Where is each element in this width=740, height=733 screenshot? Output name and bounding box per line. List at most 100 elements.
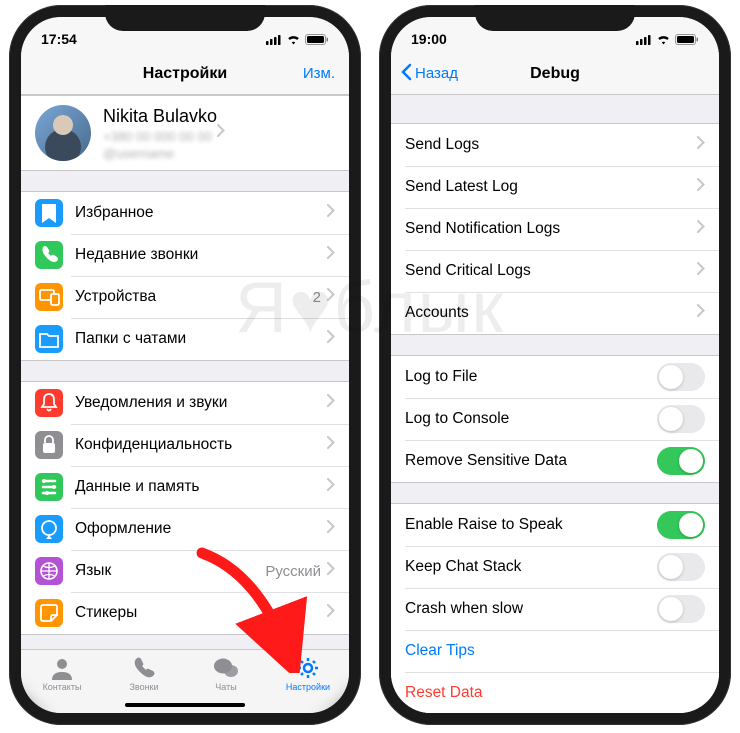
- back-label: Назад: [415, 65, 458, 82]
- toggle-switch[interactable]: [657, 595, 705, 623]
- toggle-switch[interactable]: [657, 553, 705, 581]
- toggle-switch[interactable]: [657, 511, 705, 539]
- battery-icon: [675, 34, 699, 45]
- back-button[interactable]: Назад: [401, 63, 458, 85]
- settings-row-phone[interactable]: Недавние звонки: [21, 234, 349, 276]
- status-indicators: [636, 34, 699, 45]
- debug-row[interactable]: Accounts: [391, 292, 719, 334]
- chevron-right-icon: [697, 220, 705, 238]
- debug-row[interactable]: Send Logs: [391, 124, 719, 166]
- settings-row-bell[interactable]: Уведомления и звуки: [21, 382, 349, 424]
- row-label: Недавние звонки: [75, 246, 327, 264]
- settings-row-sticker[interactable]: Стикеры: [21, 592, 349, 634]
- tab-contact[interactable]: Контакты: [21, 650, 103, 713]
- chevron-right-icon: [327, 288, 335, 306]
- chevron-right-icon: [327, 520, 335, 538]
- row-label: Избранное: [75, 204, 327, 222]
- settings-row-globe[interactable]: ЯзыкРусский: [21, 550, 349, 592]
- row-label: Send Logs: [405, 136, 697, 154]
- debug-row[interactable]: Log to Console: [391, 398, 719, 440]
- signal-icon: [636, 34, 652, 45]
- chevron-right-icon: [327, 604, 335, 622]
- chevron-right-icon: [697, 262, 705, 280]
- debug-row[interactable]: Log to File: [391, 356, 719, 398]
- settings-row-devices[interactable]: Устройства2: [21, 276, 349, 318]
- tab-gear[interactable]: Настройки: [267, 650, 349, 713]
- chevron-right-icon: [327, 478, 335, 496]
- row-label: Язык: [75, 562, 265, 580]
- toggle-switch[interactable]: [657, 363, 705, 391]
- row-label: Crash when slow: [405, 600, 657, 618]
- notch: [105, 5, 265, 31]
- row-label: Send Latest Log: [405, 178, 697, 196]
- wifi-icon: [656, 34, 671, 45]
- settings-row-lock[interactable]: Конфиденциальность: [21, 424, 349, 466]
- row-label: Стикеры: [75, 604, 327, 622]
- phone-right: 19:00 Назад Debug Send Logs Send Latest L…: [379, 5, 731, 725]
- lock-icon: [35, 431, 63, 459]
- debug-row[interactable]: Send Notification Logs: [391, 208, 719, 250]
- nav-bar: Назад Debug: [391, 53, 719, 95]
- edit-button[interactable]: Изм.: [303, 65, 335, 82]
- group-send-logs: Send Logs Send Latest Log Send Notificatio…: [391, 123, 719, 335]
- signal-icon: [266, 34, 282, 45]
- row-label: Enable Raise to Speak: [405, 516, 657, 534]
- profile-row[interactable]: Nikita Bulavko +380 00 000 00 00 @userna…: [21, 96, 349, 170]
- data-icon: [35, 473, 63, 501]
- row-label: Accounts: [405, 304, 697, 322]
- row-detail: 2: [313, 289, 321, 306]
- chevron-right-icon: [217, 124, 225, 142]
- status-time: 19:00: [411, 31, 447, 47]
- chevron-right-icon: [327, 562, 335, 580]
- avatar: [35, 105, 91, 161]
- status-indicators: [266, 34, 329, 45]
- row-label: Send Notification Logs: [405, 220, 697, 238]
- profile-group: Nikita Bulavko +380 00 000 00 00 @userna…: [21, 95, 349, 171]
- bell-icon: [35, 389, 63, 417]
- debug-content: Send Logs Send Latest Log Send Notificatio…: [391, 95, 719, 713]
- sticker-icon: [35, 599, 63, 627]
- row-label: Clear Tips: [405, 642, 705, 660]
- settings-row-bookmark[interactable]: Избранное: [21, 192, 349, 234]
- settings-row-brush[interactable]: Оформление: [21, 508, 349, 550]
- tab-bar: КонтактыЗвонкиЧатыНастройки: [21, 649, 349, 713]
- debug-row[interactable]: Remove Sensitive Data: [391, 440, 719, 482]
- settings-row-data[interactable]: Данные и память: [21, 466, 349, 508]
- phone-icon: [131, 656, 157, 680]
- battery-icon: [305, 34, 329, 45]
- debug-row[interactable]: Crash when slow: [391, 588, 719, 630]
- chevron-right-icon: [327, 394, 335, 412]
- debug-row[interactable]: Keep Chat Stack: [391, 546, 719, 588]
- row-label: Данные и память: [75, 478, 327, 496]
- phone-icon: [35, 241, 63, 269]
- settings-row-folder[interactable]: Папки с чатами: [21, 318, 349, 360]
- toggle-switch[interactable]: [657, 447, 705, 475]
- contact-icon: [49, 656, 75, 680]
- debug-row[interactable]: Enable Raise to Speak: [391, 504, 719, 546]
- chevron-right-icon: [697, 304, 705, 322]
- wifi-icon: [286, 34, 301, 45]
- screen-right: 19:00 Назад Debug Send Logs Send Latest L…: [391, 17, 719, 713]
- chevron-right-icon: [697, 136, 705, 154]
- row-label: Send Critical Logs: [405, 262, 697, 280]
- debug-row[interactable]: Send Latest Log: [391, 166, 719, 208]
- gear-icon: [295, 656, 321, 680]
- profile-info: Nikita Bulavko +380 00 000 00 00 @userna…: [103, 106, 217, 161]
- debug-row[interactable]: Reset Data: [391, 672, 719, 713]
- row-label: Устройства: [75, 288, 313, 306]
- brush-icon: [35, 515, 63, 543]
- profile-name: Nikita Bulavko: [103, 106, 217, 127]
- row-label: Уведомления и звуки: [75, 394, 327, 412]
- chevron-right-icon: [327, 246, 335, 264]
- debug-row[interactable]: Send Critical Logs: [391, 250, 719, 292]
- phone-left: 17:54 Настройки Изм. Nikita Bulavko +380…: [9, 5, 361, 725]
- chats-icon: [213, 656, 239, 680]
- nav-title: Настройки: [143, 65, 227, 83]
- debug-row[interactable]: Clear Tips: [391, 630, 719, 672]
- chevron-left-icon: [401, 63, 412, 85]
- row-label: Оформление: [75, 520, 327, 538]
- row-detail: Русский: [265, 563, 321, 580]
- toggle-switch[interactable]: [657, 405, 705, 433]
- group-settings: Уведомления и звуки Конфиденциальность Дан…: [21, 381, 349, 635]
- group-log-options: Log to FileLog to ConsoleRemove Sensitiv…: [391, 355, 719, 483]
